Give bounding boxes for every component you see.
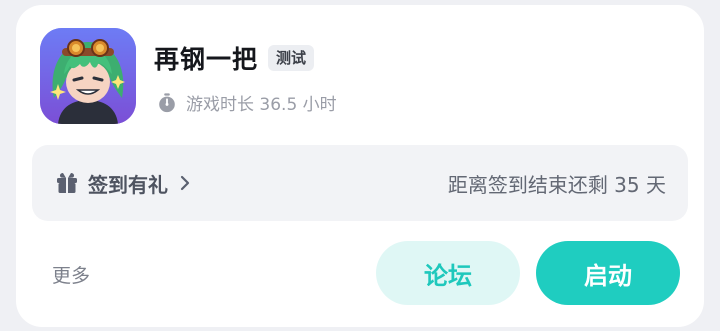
app-header: 再钢一把 测试 游戏时长 36.5 小时 — [40, 28, 680, 124]
signin-countdown: 距离签到结束还剩 35 天 — [447, 172, 666, 197]
app-title: 再钢一把 — [154, 45, 259, 74]
forum-button[interactable]: 论坛 — [376, 241, 520, 305]
signin-bar: 签到有礼 距离签到结束还剩 35 天 — [32, 145, 688, 221]
game-card: 再钢一把 测试 游戏时长 36.5 小时 签到有礼 距离签到结束还剩 35 天 … — [16, 5, 704, 327]
playtime-text: 游戏时长 36.5 小时 — [186, 95, 337, 115]
test-tag: 测试 — [268, 45, 315, 71]
game-app-icon[interactable] — [40, 28, 136, 124]
stopwatch-icon — [159, 92, 175, 112]
title-row: 再钢一把 测试 — [154, 40, 315, 76]
playtime-row: 游戏时长 36.5 小时 — [156, 90, 337, 115]
chevron-right-icon — [180, 175, 190, 191]
signin-label: 签到有礼 — [88, 172, 168, 197]
more-link[interactable]: 更多 — [52, 261, 90, 288]
launch-button[interactable]: 启动 — [536, 241, 680, 305]
signin-reward-link[interactable]: 签到有礼 — [54, 145, 192, 221]
character-avatar-icon — [40, 28, 136, 124]
gift-icon — [57, 173, 77, 193]
